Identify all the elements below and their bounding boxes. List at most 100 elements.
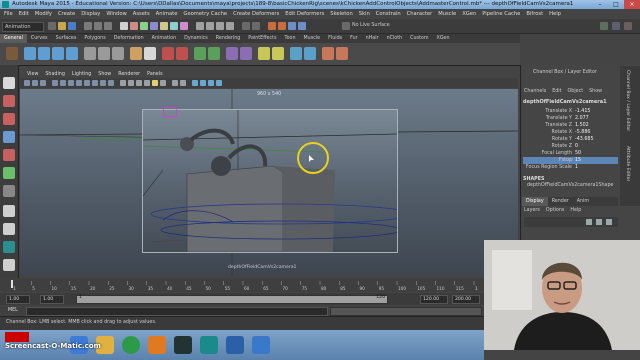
shape-node-name[interactable]: depthOfFieldCamVs2camera1Shape	[527, 183, 613, 188]
attr-fstop[interactable]: Fstop 15	[523, 157, 618, 164]
menu-geometry-cache[interactable]: Geometry Cache	[183, 11, 227, 17]
menu-create[interactable]: Create	[58, 11, 75, 17]
move-layer-down-icon[interactable]	[596, 219, 602, 225]
wireframe-on-shaded-icon[interactable]	[136, 80, 142, 86]
ipr-render-icon[interactable]	[278, 22, 286, 30]
shelf-tab-fluids[interactable]: Fluids	[324, 34, 346, 43]
attr-focal-length[interactable]: Focal Length 50	[523, 150, 618, 157]
panel-menu-view[interactable]: View	[27, 72, 38, 77]
shelf-tab-curves[interactable]: Curves	[27, 34, 52, 43]
new-layer-icon[interactable]	[606, 219, 612, 225]
menu-file[interactable]: File	[4, 11, 13, 17]
layer-menu-layers[interactable]: Layers	[524, 208, 540, 213]
attr-translate-z[interactable]: Translate Z 1.502	[523, 122, 618, 129]
cb-menu-show[interactable]: Show	[589, 89, 602, 94]
smooth-shade-icon[interactable]	[128, 80, 134, 86]
mask-surfaces-icon[interactable]	[150, 22, 158, 30]
close-icon[interactable]: ×	[624, 0, 640, 9]
mask-dynamics-icon[interactable]	[170, 22, 178, 30]
mel-label[interactable]: MEL	[8, 306, 18, 315]
show-attribute-editor-icon[interactable]	[612, 22, 620, 30]
nurbs-sphere-icon[interactable]	[24, 47, 36, 60]
graph-editor-icon[interactable]	[240, 47, 252, 60]
joint-tool-icon[interactable]	[208, 47, 220, 60]
mask-handles-icon[interactable]	[120, 22, 128, 30]
show-modeling-toolkit-icon[interactable]	[600, 22, 608, 30]
safe-action-icon[interactable]	[100, 80, 106, 86]
show-channel-box-icon[interactable]	[624, 22, 632, 30]
panel-menu-shading[interactable]: Shading	[45, 72, 65, 77]
side-tab-attribute-editor[interactable]: Attribute Editor	[625, 146, 630, 181]
attr-rotate-x[interactable]: Rotate X -5.886	[523, 129, 618, 136]
four-view-layout-icon[interactable]	[3, 223, 15, 235]
select-by-object-icon[interactable]	[94, 22, 102, 30]
xray-icon[interactable]	[172, 80, 178, 86]
outliner-layout-icon[interactable]	[3, 241, 15, 253]
snap-grid-icon[interactable]	[196, 22, 204, 30]
attr-translate-y[interactable]: Translate Y 2.077	[523, 115, 618, 122]
film-gate-icon[interactable]	[68, 80, 74, 86]
menu-help[interactable]: Help	[549, 11, 561, 17]
shelf-tab-painteffects[interactable]: PaintEffects	[244, 34, 280, 43]
render-view-icon[interactable]	[258, 47, 270, 60]
menu-skeleton[interactable]: Skeleton	[330, 11, 352, 17]
nurbs-cube-icon[interactable]	[38, 47, 50, 60]
mask-deformations-icon[interactable]	[160, 22, 168, 30]
poly-sphere-icon[interactable]	[84, 47, 96, 60]
grid-toggle-icon[interactable]	[60, 80, 66, 86]
poly-cylinder-icon[interactable]	[112, 47, 124, 60]
component-editor-icon[interactable]	[336, 47, 348, 60]
menu-edit[interactable]: Edit	[19, 11, 29, 17]
mask-curves-icon[interactable]	[140, 22, 148, 30]
light-icon[interactable]	[144, 47, 156, 60]
ik-handle-icon[interactable]	[194, 47, 206, 60]
start-time-field[interactable]: 1.00	[6, 295, 30, 304]
shelf-tab-deformation[interactable]: Deformation	[110, 34, 148, 43]
bookmarks-icon[interactable]	[40, 80, 46, 86]
safe-title-icon[interactable]	[108, 80, 114, 86]
attr-rotate-z[interactable]: Rotate Z0	[523, 143, 618, 150]
attr-rotate-y[interactable]: Rotate Y -43.685	[523, 136, 618, 143]
move-layer-up-icon[interactable]	[586, 219, 592, 225]
outliner-icon[interactable]	[304, 47, 316, 60]
panel-menu-show[interactable]: Show	[98, 72, 111, 77]
shadows-icon[interactable]	[160, 80, 166, 86]
shelf-tab-surfaces[interactable]: Surfaces	[52, 34, 81, 43]
new-scene-icon[interactable]	[48, 22, 56, 30]
menu-muscle[interactable]: Muscle	[438, 11, 456, 17]
cb-menu-object[interactable]: Object	[568, 89, 584, 94]
paint-select-tool-icon[interactable]	[3, 113, 15, 125]
ambient-occlusion-icon[interactable]	[192, 80, 198, 86]
layer-tab-anim[interactable]: Anim	[573, 197, 593, 206]
mask-rendering-icon[interactable]	[180, 22, 188, 30]
motion-blur-icon[interactable]	[200, 80, 206, 86]
panel-menu-lighting[interactable]: Lighting	[72, 72, 91, 77]
use-all-lights-icon[interactable]	[152, 80, 158, 86]
shelf-tab-muscle[interactable]: Muscle	[300, 34, 325, 43]
menu-edit-deformers[interactable]: Edit Deformers	[285, 11, 324, 17]
camera-icon[interactable]	[130, 47, 142, 60]
set-key-icon[interactable]	[226, 47, 238, 60]
menu-xgen[interactable]: XGen	[462, 11, 476, 17]
mask-joints-icon[interactable]	[130, 22, 138, 30]
xray-joints-icon[interactable]	[180, 80, 186, 86]
graph-layout-icon[interactable]	[3, 259, 15, 271]
poly-cube-icon[interactable]	[98, 47, 110, 60]
history-icon[interactable]	[242, 22, 250, 30]
hypergraph-icon[interactable]	[290, 47, 302, 60]
nurbs-cone-icon[interactable]	[66, 47, 78, 60]
menu-set-dropdown[interactable]: Animation	[2, 22, 44, 32]
menu-window[interactable]: Window	[106, 11, 126, 17]
cluster-icon[interactable]	[162, 47, 174, 60]
menu-character[interactable]: Character	[407, 11, 433, 17]
cb-menu-edit[interactable]: Edit	[552, 89, 561, 94]
select-by-component-icon[interactable]	[104, 22, 112, 30]
open-scene-icon[interactable]	[58, 22, 66, 30]
select-camera-icon[interactable]	[24, 80, 30, 86]
media-player-icon[interactable]	[174, 336, 192, 354]
shelf-tab-toon[interactable]: Toon	[280, 34, 299, 43]
save-scene-icon[interactable]	[68, 22, 76, 30]
snap-curve-icon[interactable]	[206, 22, 214, 30]
layer-tab-display[interactable]: Display	[522, 197, 548, 206]
menu-constrain[interactable]: Constrain	[376, 11, 401, 17]
